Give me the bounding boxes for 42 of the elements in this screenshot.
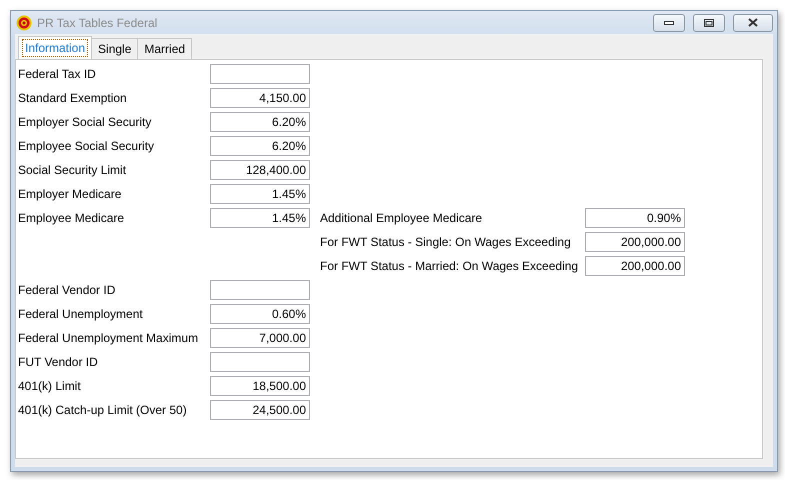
app-icon <box>16 14 32 30</box>
input-field[interactable]: 7,000.00 <box>210 328 310 348</box>
field-label: Employee Social Security <box>18 139 156 153</box>
input-field[interactable]: 1.45% <box>210 208 310 228</box>
field-label: For FWT Status - Single: On Wages Exceeding <box>320 235 572 249</box>
field-label: Federal Tax ID <box>18 67 97 81</box>
input-field[interactable] <box>210 352 310 372</box>
field-label: Employer Medicare <box>18 187 122 201</box>
input-field[interactable]: 0.60% <box>210 304 310 324</box>
input-field[interactable]: 1.45% <box>210 184 310 204</box>
close-icon <box>748 18 758 27</box>
input-field[interactable] <box>210 64 310 84</box>
tab[interactable]: Married <box>137 38 192 60</box>
input-field[interactable]: 0.90% <box>585 208 685 228</box>
field-label: Federal Vendor ID <box>18 283 116 297</box>
minimize-button[interactable] <box>653 14 685 32</box>
input-field[interactable]: 4,150.00 <box>210 88 310 108</box>
field-label: Standard Exemption <box>18 91 128 105</box>
window-title: PR Tax Tables Federal <box>37 16 158 30</box>
maximize-icon <box>704 18 714 26</box>
input-field[interactable]: 6.20% <box>210 112 310 132</box>
field-label: Employee Medicare <box>18 211 126 225</box>
field-label: Social Security Limit <box>18 163 128 177</box>
field-label: 401(k) Catch-up Limit (Over 50) <box>18 403 188 417</box>
close-button[interactable] <box>733 14 773 32</box>
tab[interactable]: Information <box>18 36 92 60</box>
input-field[interactable]: 200,000.00 <box>585 256 685 276</box>
field-label: For FWT Status - Married: On Wages Exceeding <box>320 259 580 273</box>
input-field[interactable]: 18,500.00 <box>210 376 310 396</box>
field-label: 401(k) Limit <box>18 379 82 393</box>
input-field[interactable]: 200,000.00 <box>585 232 685 252</box>
field-label: Federal Unemployment Maximum <box>18 331 200 345</box>
input-field[interactable] <box>210 280 310 300</box>
input-field[interactable]: 24,500.00 <box>210 400 310 420</box>
field-label: Additional Employee Medicare <box>320 211 484 225</box>
field-label: Federal Unemployment <box>18 307 144 321</box>
minimize-icon <box>664 20 674 24</box>
field-label: FUT Vendor ID <box>18 355 99 369</box>
input-field[interactable]: 6.20% <box>210 136 310 156</box>
input-field[interactable]: 128,400.00 <box>210 160 310 180</box>
maximize-button[interactable] <box>693 14 725 32</box>
field-label: Employer Social Security <box>18 115 152 129</box>
